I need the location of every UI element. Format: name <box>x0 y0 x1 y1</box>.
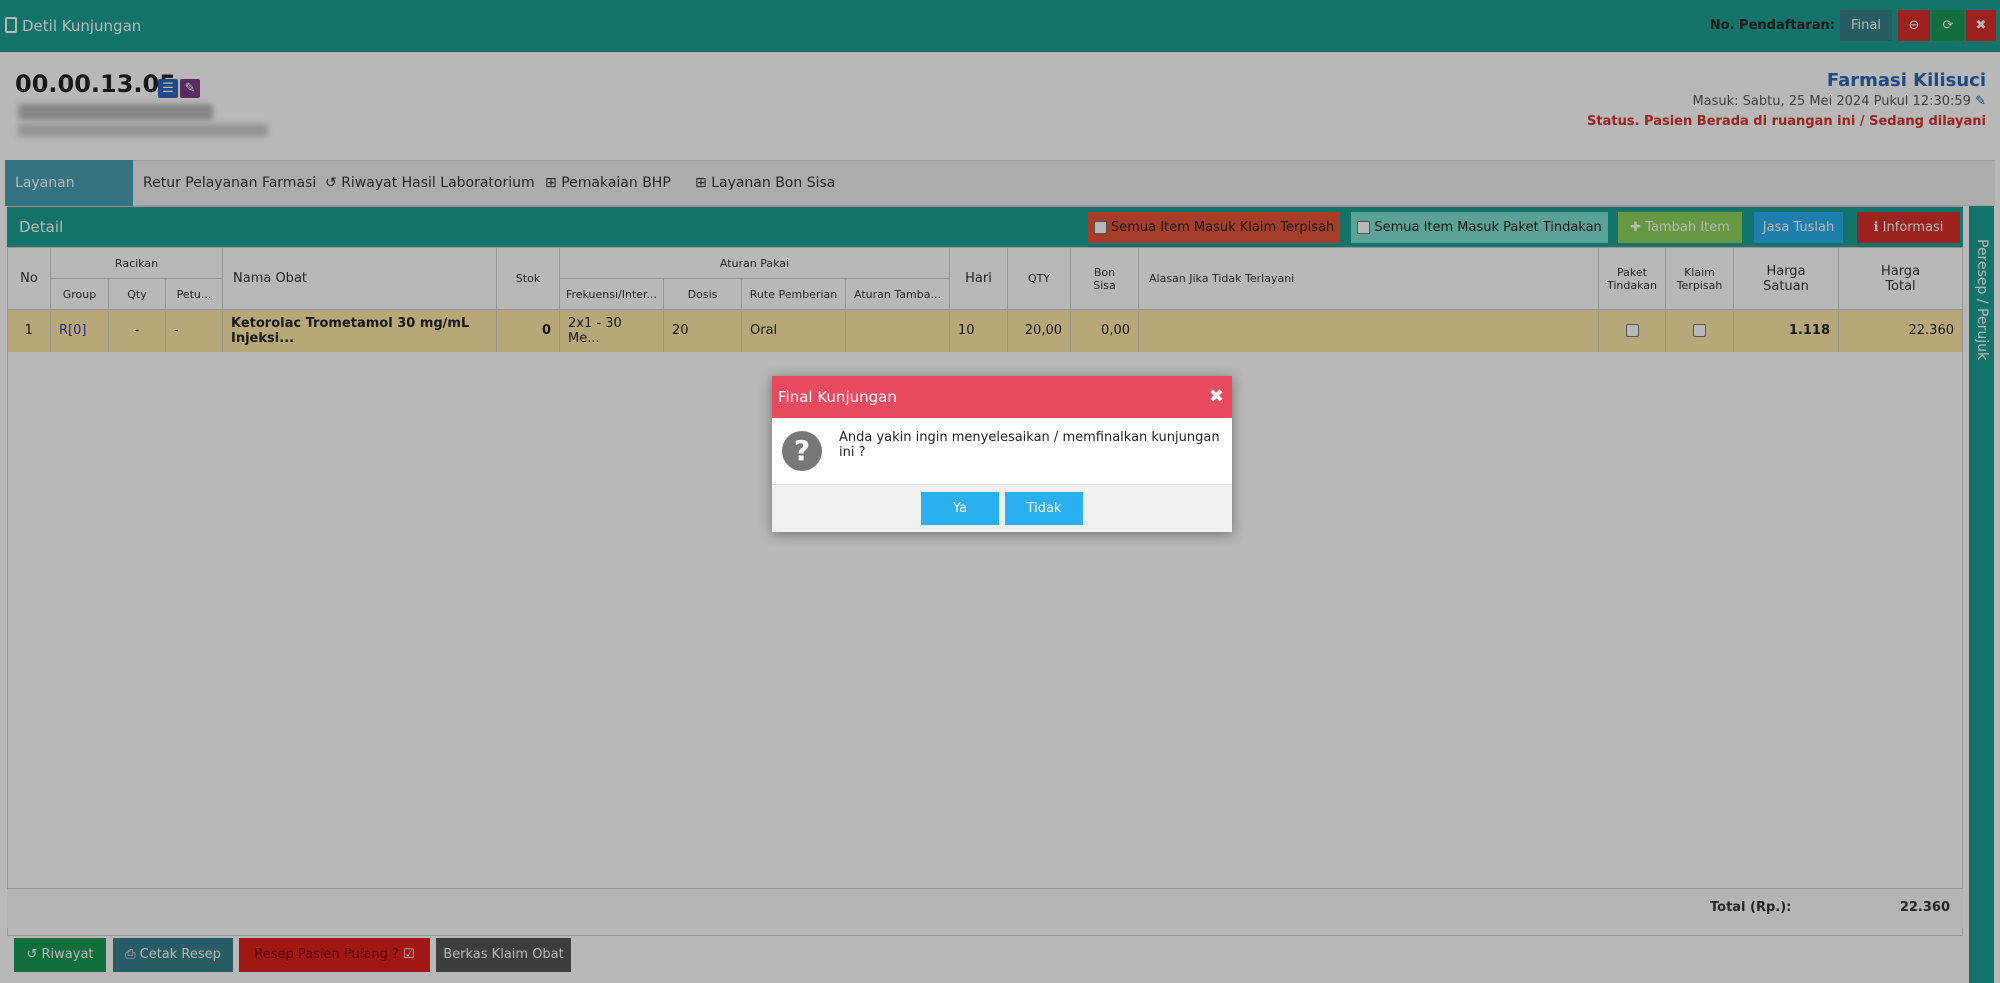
final-kunjungan-dialog: Final Kunjungan ✖ ? Anda yakin ingin men… <box>772 376 1232 532</box>
yes-button[interactable]: Ya <box>921 492 999 525</box>
no-button[interactable]: Tidak <box>1005 492 1083 525</box>
dialog-close-icon[interactable]: ✖ <box>1209 376 1224 418</box>
dialog-footer <box>772 484 1232 532</box>
question-icon: ? <box>782 431 822 471</box>
dialog-message: Anda yakin ingin menyelesaikan / memfina… <box>839 430 1220 460</box>
dialog-title: Final Kunjungan <box>772 376 1232 418</box>
